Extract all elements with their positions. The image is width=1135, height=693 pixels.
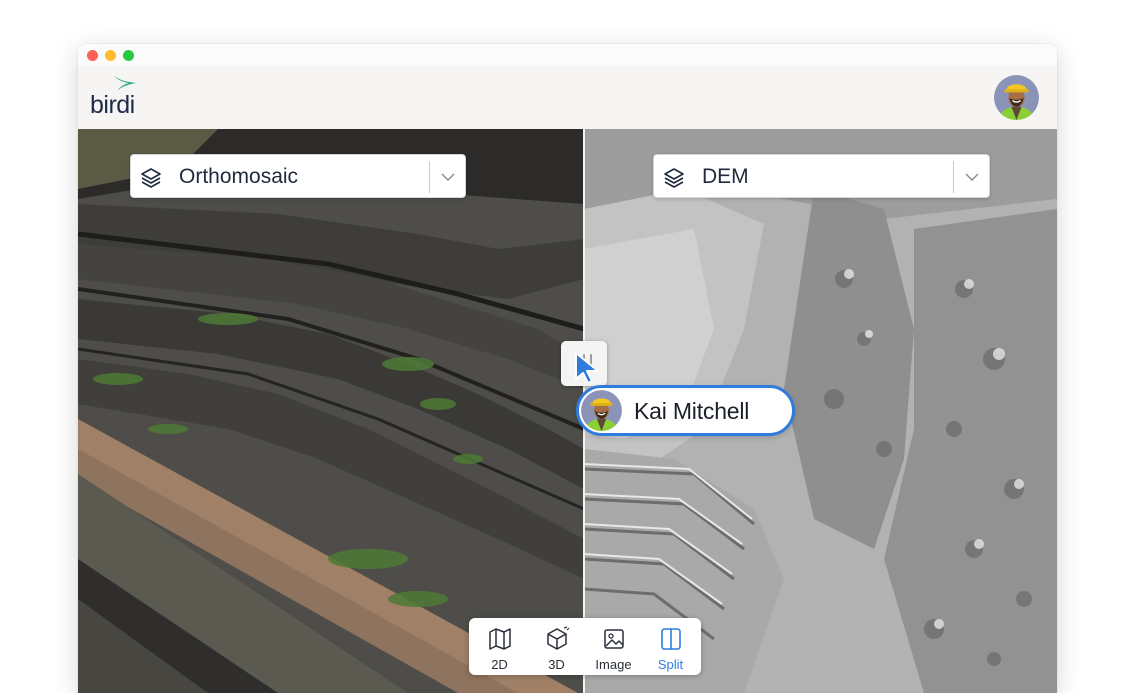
right-layer-select[interactable]: DEM — [653, 154, 990, 198]
orthomosaic-imagery — [78, 129, 584, 693]
select-separator — [429, 161, 430, 193]
cube-icon — [547, 626, 570, 650]
layers-icon — [664, 168, 684, 188]
view-mode-toolbar: 2D 3D Image Split — [469, 618, 701, 675]
collaborator-presence-tag: Kai Mitchell — [576, 385, 795, 436]
minimize-window-button[interactable] — [105, 50, 116, 61]
logo-swoosh-icon — [114, 76, 137, 91]
view-2d-label: 2D — [491, 657, 508, 672]
view-image-button[interactable]: Image — [585, 618, 642, 675]
view-split-button[interactable]: Split — [642, 618, 699, 675]
view-3d-label: 3D — [548, 657, 565, 672]
window-titlebar — [78, 44, 1057, 66]
view-image-label: Image — [595, 657, 632, 672]
orthomosaic-pane[interactable] — [78, 129, 584, 693]
birdi-logo[interactable]: birdi — [90, 74, 150, 119]
collaborator-cursor-icon — [575, 352, 599, 384]
user-avatar[interactable] — [994, 75, 1039, 120]
view-2d-button[interactable]: 2D — [471, 618, 528, 675]
layers-icon — [141, 168, 161, 188]
select-separator — [953, 161, 954, 193]
map-icon — [489, 628, 511, 650]
chevron-down-icon[interactable] — [964, 169, 980, 185]
collaborator-name: Kai Mitchell — [634, 398, 750, 424]
split-icon — [661, 628, 681, 650]
logo-wordmark: birdi — [90, 91, 135, 119]
right-layer-label: DEM — [702, 165, 749, 188]
left-layer-select[interactable]: Orthomosaic — [130, 154, 466, 198]
image-icon — [604, 629, 624, 649]
view-split-label: Split — [657, 657, 684, 672]
app-header: birdi — [78, 66, 1057, 129]
chevron-down-icon[interactable] — [440, 169, 456, 185]
left-layer-label: Orthomosaic — [179, 165, 299, 188]
app-window: birdi Orthomosaic DEM Kai Mitchell 2D 3D… — [78, 44, 1057, 693]
collaborator-avatar — [581, 390, 622, 431]
view-3d-button[interactable]: 3D — [528, 618, 585, 675]
close-window-button[interactable] — [87, 50, 98, 61]
maximize-window-button[interactable] — [123, 50, 134, 61]
map-viewer[interactable]: Orthomosaic DEM Kai Mitchell 2D 3D Image… — [78, 129, 1057, 693]
